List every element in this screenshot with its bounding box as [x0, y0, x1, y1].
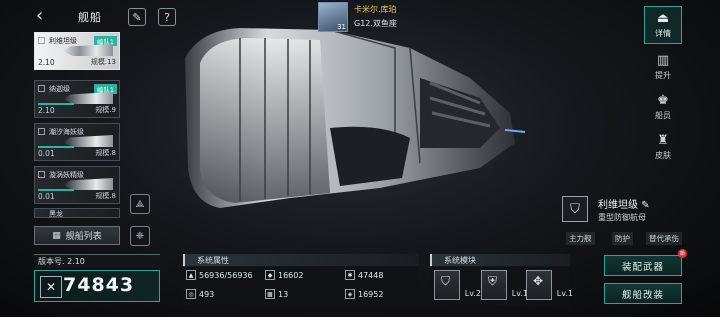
edit-button[interactable]: ✎: [128, 8, 146, 26]
ship-card-level: 2.10: [38, 106, 55, 115]
version-label: 版本号. 2.10: [34, 254, 160, 268]
hull-icon: ▲: [186, 270, 196, 280]
grid-icon: ▦: [52, 230, 61, 241]
wing-icon: ❈: [135, 230, 145, 242]
ship-card[interactable]: 漩涡妖精级 0.01 规模.8: [34, 166, 120, 204]
help-icon: ?: [164, 10, 170, 24]
ship-card-scale: 规模.8: [95, 192, 116, 200]
player-info[interactable]: 31 卡米尔.库珀 G12.双鱼座: [318, 2, 397, 32]
module-slot[interactable]: ⛉ Lv.2: [434, 270, 481, 300]
tab-skins[interactable]: ♜ 皮肤: [644, 128, 682, 166]
crew-icon: ♚: [657, 93, 669, 108]
checkbox-icon: [38, 85, 45, 92]
ship-card-level: 0.01: [38, 192, 55, 201]
ship-card-name: 纳迦级: [49, 85, 70, 93]
chevron-left-icon: ‹: [36, 5, 44, 26]
ship-card-name: 潮汐海妖级: [49, 128, 84, 136]
filter-button[interactable]: ❈: [130, 226, 150, 246]
player-level: 31: [337, 23, 346, 31]
checkbox-icon: [38, 37, 45, 44]
ship-class-icon: ⛉: [562, 196, 588, 222]
grid-icon: ▩: [265, 289, 275, 299]
shield-icon: ✱: [345, 270, 355, 280]
ship-modify-button[interactable]: 舰船改装: [604, 283, 682, 304]
ship-card[interactable]: 利维坦级 编队1 2.10 规模.13: [34, 32, 120, 70]
attribute-armor: ◆ 16602: [265, 270, 303, 280]
module-level: Lv.1: [556, 289, 573, 298]
checkbox-icon: [38, 128, 45, 135]
tab-upgrade[interactable]: ▥ 提升: [644, 48, 682, 86]
ship-list-button[interactable]: ▦ 舰船列表: [34, 226, 120, 245]
ship-card[interactable]: 纳迦级 编队1 2.10 规模.9: [34, 80, 120, 118]
ship-card[interactable]: 黑龙: [34, 208, 120, 218]
ship-card-level: 2.10: [38, 58, 55, 67]
attribute-energy: ◈ 16952: [345, 289, 383, 299]
ship-list-label: 舰船列表: [65, 232, 102, 242]
attribute-slots: ▩ 13: [265, 289, 288, 299]
player-name: 卡米尔.库珀: [354, 5, 397, 14]
ship-card-name: 利维坦级: [49, 37, 77, 45]
help-button[interactable]: ?: [158, 8, 176, 26]
ship-card-scale: 规模.13: [90, 58, 116, 66]
progress-bar: [38, 146, 74, 148]
combat-power-value: 74843: [63, 274, 135, 296]
ship-card-name: 黑龙: [49, 210, 63, 218]
player-tag: G12.双鱼座: [354, 19, 397, 28]
ship-class: 重型防御航母: [598, 213, 646, 222]
attribute-hp: ▲ 56936/56936: [186, 270, 253, 280]
skin-icon: ♜: [657, 133, 669, 148]
speed-icon: ◎: [186, 289, 196, 299]
ship-model-image: [185, 28, 526, 208]
progress-bar: [38, 103, 74, 105]
attribute-shield: ✱ 47448: [345, 270, 383, 280]
ship-card-name: 漩涡妖精级: [49, 171, 84, 179]
module-slot[interactable]: ✥ Lv.1: [526, 270, 573, 300]
module-slot[interactable]: ⛨ Lv.1: [481, 270, 528, 300]
avatar[interactable]: 31: [318, 2, 348, 32]
armor-module-icon: ⛉: [441, 274, 451, 288]
new-badge: 新: [678, 249, 687, 258]
pen-icon: ✎: [132, 10, 142, 24]
checkbox-icon: [38, 171, 45, 178]
progress-bar: [38, 189, 74, 191]
upgrade-icon: ▥: [656, 53, 670, 68]
back-button[interactable]: ‹: [36, 5, 50, 26]
armor-icon: ◆: [265, 270, 275, 280]
tab-details[interactable]: ⏏ 详情: [644, 6, 682, 44]
pen-icon[interactable]: ✎: [641, 200, 649, 211]
tab-crew[interactable]: ♚ 船员: [644, 88, 682, 126]
ship-icon: ⏏: [656, 11, 670, 26]
attribute-speed: ◎ 493: [186, 289, 214, 299]
ship-card-scale: 规模.8: [95, 149, 116, 157]
ship-tag: 主力舰: [566, 232, 595, 245]
shield-plus-icon: ⛨: [488, 274, 498, 288]
equip-weapons-button[interactable]: 装配武器: [604, 255, 682, 276]
fleet-toggle-button[interactable]: ⟁: [130, 194, 150, 214]
ship-name: 利维坦级 ✎: [598, 200, 650, 211]
ship-card-level: 0.01: [38, 149, 55, 158]
fleet-icon: ⟁: [135, 198, 145, 210]
diamond-icon: ◈: [345, 289, 355, 299]
swords-icon: ✕: [40, 276, 62, 298]
ship-tag: 替代承伤: [646, 232, 682, 245]
ship-card-scale: 规模.9: [95, 106, 116, 114]
crosshair-icon: ✥: [533, 274, 544, 288]
ship-card[interactable]: 潮汐海妖级 0.01 规模.8: [34, 123, 120, 161]
ship-tag: 防护: [612, 232, 633, 245]
page-title: 舰船: [78, 11, 102, 24]
combat-power-panel: ✕ 74843: [34, 270, 160, 302]
module-level: Lv.2: [464, 289, 481, 298]
